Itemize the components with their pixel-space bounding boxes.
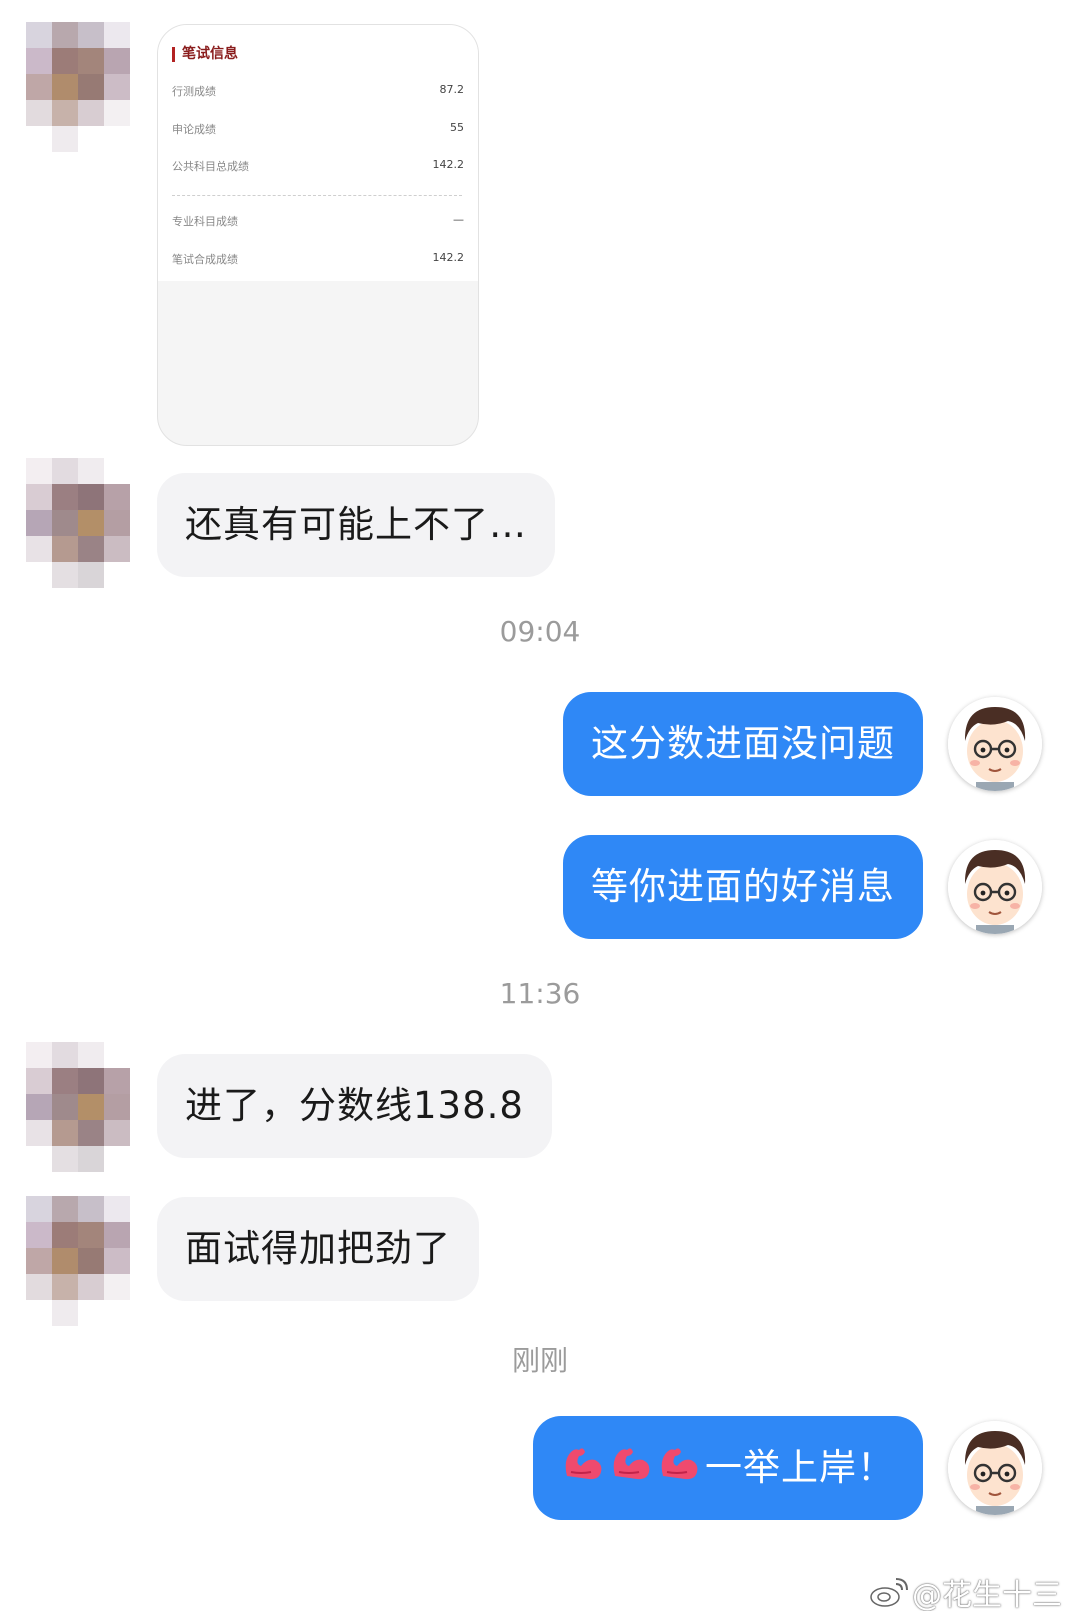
score-label: 公共科目总成绩 xyxy=(172,160,249,173)
my-avatar[interactable] xyxy=(948,1421,1042,1515)
weibo-logo-icon xyxy=(868,1577,908,1611)
score-divider xyxy=(172,195,462,196)
score-card-image[interactable]: 笔试信息 行测成绩 87.2 申论成绩 55 公共科目总成绩 142.2 专业科… xyxy=(157,24,479,446)
cartoon-face-icon xyxy=(948,840,1042,934)
score-value: 142.2 xyxy=(432,158,465,171)
score-value: — xyxy=(453,213,464,226)
cartoon-face-icon xyxy=(948,697,1042,791)
score-row: 笔试合成成绩 142.2 xyxy=(172,251,464,267)
timestamp: 刚刚 xyxy=(511,1344,568,1377)
contact-avatar[interactable] xyxy=(26,458,130,588)
message-bubble-received[interactable]: 还真有可能上不了… xyxy=(157,473,555,577)
message-bubble-received[interactable]: 进了，分数线138.8 xyxy=(157,1054,552,1158)
score-row: 申论成绩 55 xyxy=(172,121,464,137)
message-bubble-received[interactable]: 面试得加把劲了 xyxy=(157,1197,479,1301)
cartoon-face-icon xyxy=(948,1421,1042,1515)
score-card-title: 笔试信息 xyxy=(172,47,238,62)
score-label: 专业科目成绩 xyxy=(172,215,238,228)
chat-screen: 笔试信息 行测成绩 87.2 申论成绩 55 公共科目总成绩 142.2 专业科… xyxy=(0,0,1080,1611)
message-bubble-sent[interactable]: 一举上岸！ xyxy=(533,1416,923,1520)
my-avatar[interactable] xyxy=(948,697,1042,791)
my-avatar[interactable] xyxy=(948,840,1042,934)
timestamp: 09:04 xyxy=(499,615,581,648)
contact-avatar[interactable] xyxy=(26,1196,130,1326)
timestamp: 11:36 xyxy=(499,977,581,1010)
contact-avatar[interactable] xyxy=(26,1042,130,1172)
watermark: @花生十三 xyxy=(868,1570,1062,1611)
score-value: 55 xyxy=(450,121,464,134)
score-row: 公共科目总成绩 142.2 xyxy=(172,158,464,174)
score-row: 专业科目成绩 — xyxy=(172,213,464,229)
score-label: 申论成绩 xyxy=(172,123,216,136)
flexed-biceps-icon xyxy=(657,1418,701,1522)
flexed-biceps-icon xyxy=(561,1418,605,1522)
score-value: 87.2 xyxy=(439,83,465,96)
score-label: 笔试合成成绩 xyxy=(172,253,238,266)
message-bubble-sent[interactable]: 这分数进面没问题 xyxy=(563,692,923,796)
score-card-body xyxy=(158,25,478,281)
contact-avatar[interactable] xyxy=(26,22,130,152)
score-value: 142.2 xyxy=(432,251,465,264)
score-row: 行测成绩 87.2 xyxy=(172,83,464,99)
message-bubble-sent[interactable]: 等你进面的好消息 xyxy=(563,835,923,939)
message-text: 一举上岸！ xyxy=(705,1446,895,1489)
score-label: 行测成绩 xyxy=(172,85,216,98)
flexed-biceps-icon xyxy=(609,1418,653,1522)
watermark-text: @花生十三 xyxy=(912,1578,1062,1611)
